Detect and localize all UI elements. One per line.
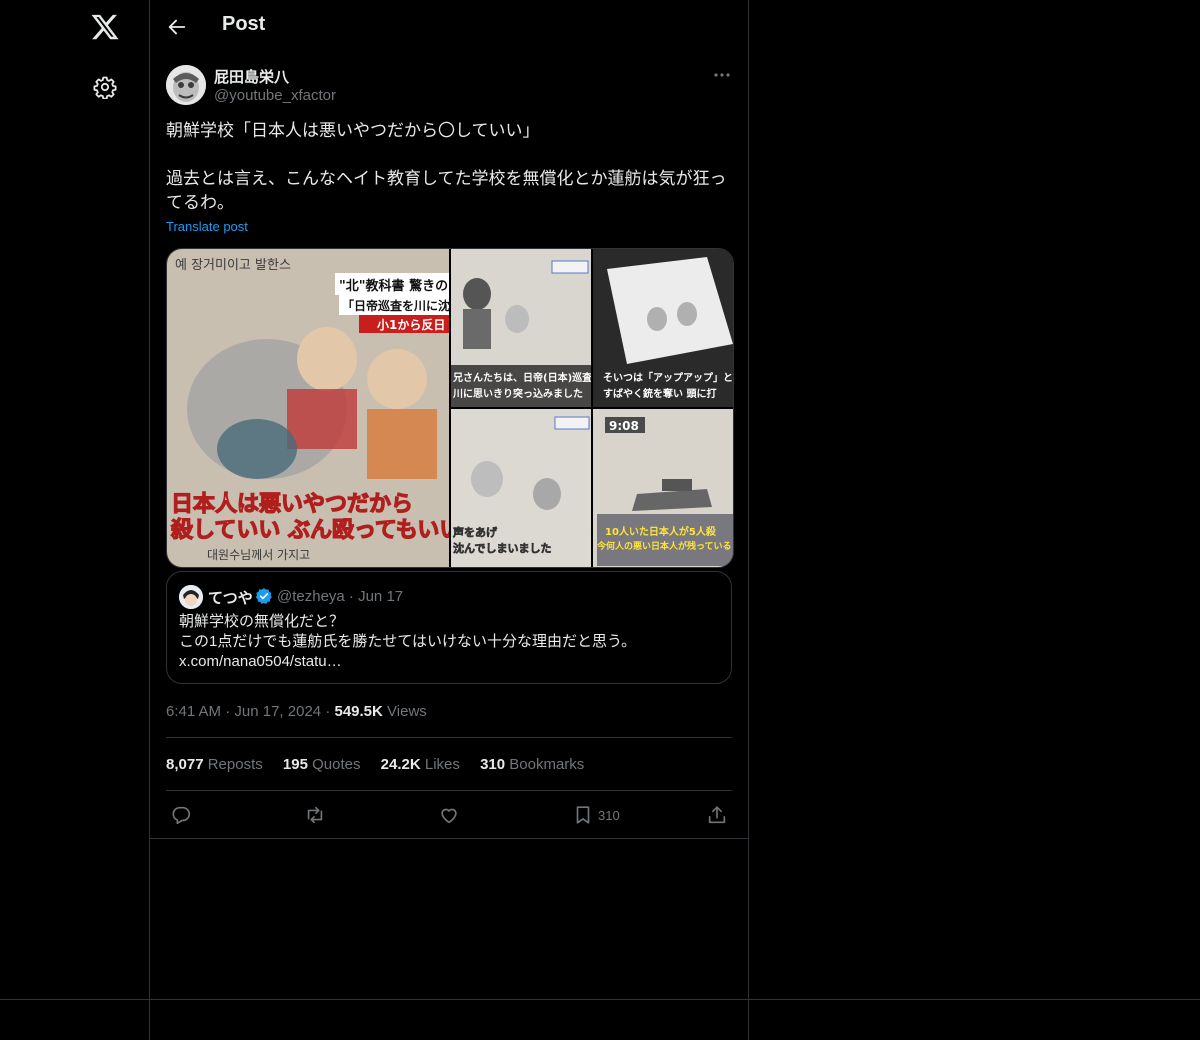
author-handle[interactable]: @youtube_xfactor <box>214 87 336 104</box>
reply-icon[interactable] <box>170 804 192 826</box>
reposts-stat[interactable]: 8,077 Reposts <box>166 756 263 773</box>
quote-avatar-image <box>179 585 203 609</box>
verified-badge-icon <box>255 588 272 604</box>
divider <box>166 790 732 791</box>
panel-1-caption-1: "北"教科書 驚きの <box>339 278 448 294</box>
post-time[interactable]: 6:41 AM <box>166 703 221 720</box>
likes-stat[interactable]: 24.2K Likes <box>381 756 460 773</box>
bottom-divider <box>0 999 1200 1000</box>
share-icon[interactable] <box>706 804 728 826</box>
views-count: 549.5K <box>334 703 383 720</box>
back-arrow-icon[interactable] <box>166 16 188 38</box>
panel-1-subtitle-1: 日本人は悪いやつだから <box>171 492 413 517</box>
quote-text: 朝鮮学校の無償化だと？ この1点だけでも蓮舫氏を勝たせてはいけない十分な理由だと… <box>179 613 637 670</box>
heart-icon[interactable] <box>438 804 460 826</box>
quote-author-name: てつや <box>208 590 253 607</box>
post-text: 朝鮮学校「日本人は悪いやつだから〇していい」 過去とは言え、こんなヘイト教育して… <box>166 121 727 212</box>
translate-post-link[interactable]: Translate post <box>166 219 248 234</box>
post-timestamp: 6:41 AM · Jun 17, 2024 · 549.5K Views <box>166 703 427 720</box>
panel-3-caption-1: そいつは「アップアップ」と <box>603 371 733 384</box>
gear-icon[interactable] <box>93 75 117 99</box>
divider <box>166 737 732 738</box>
author-avatar[interactable] <box>166 65 206 105</box>
meta-dot: · <box>225 703 231 720</box>
bookmark-count: 310 <box>598 808 620 823</box>
quote-meta: @tezheya · Jun 17 <box>277 588 404 605</box>
panel-4-caption-2: 沈んでしまいました <box>453 541 551 555</box>
left-column-divider <box>149 0 150 1040</box>
panel-3-caption-2: すばやく銃を奪い 頭に打 <box>603 387 716 400</box>
right-column-divider <box>748 0 749 1040</box>
media-collage: 예 장거미이고 발한스 "北"教科書 驚きの 「日帝巡査を川に沈 小1から反日 … <box>167 249 733 567</box>
post-media[interactable]: 예 장거미이고 발한스 "北"教科書 驚きの 「日帝巡査を川に沈 小1から反日 … <box>166 248 734 568</box>
panel-1-korean-top: 예 장거미이고 발한스 <box>175 258 291 273</box>
views-label: Views <box>387 703 427 720</box>
meta-dot: · <box>325 703 331 720</box>
avatar-image <box>166 65 206 105</box>
quoted-post[interactable]: てつや @tezheya · Jun 17 朝鮮学校の無償化だと？ この1点だけ… <box>166 571 732 684</box>
panel-5-caption-1: 10人いた日本人が5人殺 <box>605 525 717 538</box>
panel-4-caption-1: 声をあげ <box>452 525 498 539</box>
page-title: Post <box>222 13 266 35</box>
repost-icon[interactable] <box>304 804 326 826</box>
bookmarks-stat[interactable]: 310 Bookmarks <box>480 756 584 773</box>
panel-1-caption-3: 小1から反日 <box>377 317 445 332</box>
post-date[interactable]: Jun 17, 2024 <box>234 703 321 720</box>
quotes-stat[interactable]: 195 Quotes <box>283 756 361 773</box>
panel-1-korean-bottom: 대원수님께서 가지고 <box>207 548 310 562</box>
quote-author-avatar <box>179 585 203 609</box>
more-options-icon[interactable] <box>710 64 736 86</box>
bookmark-icon[interactable] <box>572 804 594 826</box>
panel-1-caption-2: 「日帝巡査を川に沈 <box>342 298 450 313</box>
panel-5-caption-2: 今何人の悪い日本人が残っている <box>596 540 732 552</box>
panel-2-caption-2: 川に思いきり突っ込みました <box>452 387 583 400</box>
panel-1-subtitle-2: 殺していい ぶん殴ってもいい <box>171 517 461 543</box>
panel-5-time: 9:08 <box>609 419 639 433</box>
author-name[interactable]: 屁田島栄八 <box>214 66 289 87</box>
x-logo-icon[interactable] <box>90 12 120 42</box>
post-stats: 8,077 Reposts 195 Quotes 24.2K Likes 310… <box>166 756 600 773</box>
divider <box>150 838 748 839</box>
panel-2-caption-1: 兄さんたちは、日帝(日本)巡査 <box>452 371 593 384</box>
